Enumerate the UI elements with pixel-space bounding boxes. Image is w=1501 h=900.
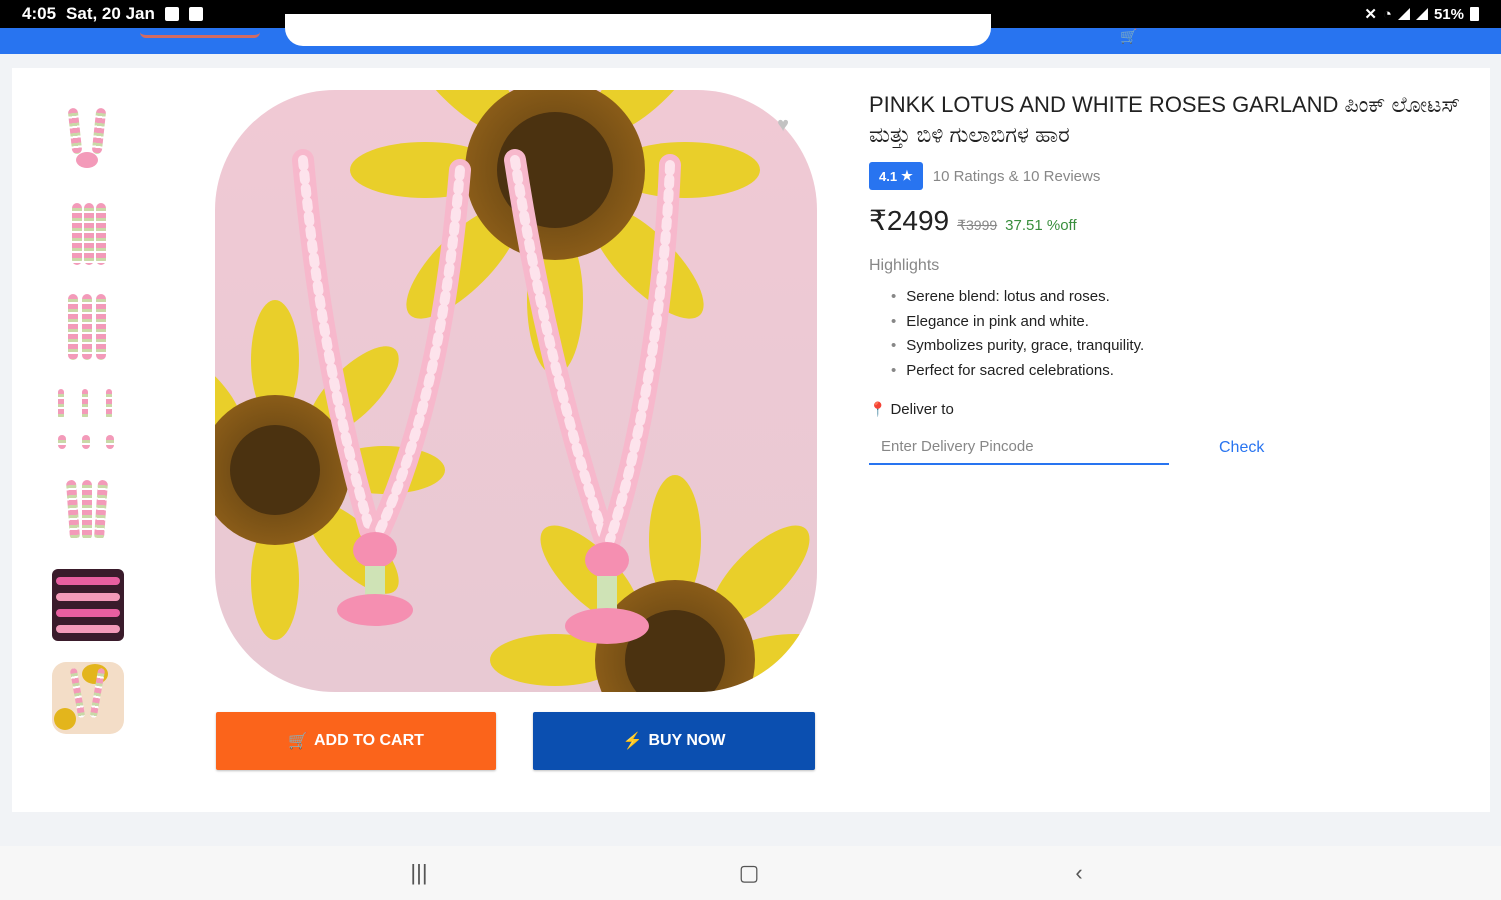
- garland-illustration: [215, 90, 817, 692]
- app-logo[interactable]: [140, 28, 260, 38]
- rating-badge[interactable]: 4.1 ★: [869, 162, 923, 190]
- home-icon[interactable]: ▢: [734, 860, 764, 886]
- thumbnail-1[interactable]: [52, 104, 124, 176]
- recent-apps-icon[interactable]: |||: [404, 860, 434, 886]
- thumbnail-4[interactable]: [52, 383, 124, 455]
- product-card: ♥ 🛒 ADD TO CART ⚡ BUY NOW PINKK LOTUS AN…: [12, 68, 1490, 812]
- star-icon: ★: [901, 168, 913, 183]
- wifi-icon: ◔: [1382, 5, 1392, 23]
- ratings-reviews-count[interactable]: 10 Ratings & 10 Reviews: [933, 168, 1101, 185]
- highlight-item: Symbolizes purity, grace, tranquility.: [891, 334, 1469, 359]
- status-right: ✕ ◔ 51%: [1364, 5, 1479, 23]
- buy-now-label: BUY NOW: [648, 732, 726, 749]
- navigation-bar: ||| ▢ ‹: [0, 846, 1501, 900]
- add-to-cart-button[interactable]: 🛒 ADD TO CART: [216, 712, 496, 770]
- gallery-notification-icon: [164, 7, 179, 21]
- battery-percentage: 51%: [1433, 5, 1464, 23]
- buy-now-button[interactable]: ⚡ BUY NOW: [533, 712, 815, 770]
- status-left: 4:05 Sat, 20 Jan: [22, 4, 203, 24]
- app-notification-icon: [188, 7, 203, 21]
- heart-icon[interactable]: ♥: [772, 114, 794, 136]
- thumbnail-3[interactable]: [52, 290, 124, 362]
- status-date: Sat, 20 Jan: [66, 4, 155, 23]
- cart-icon: 🛒: [288, 733, 308, 750]
- battery-icon: [1470, 7, 1479, 21]
- pincode-row: Check: [869, 430, 1469, 465]
- highlight-item: Elegance in pink and white.: [891, 310, 1469, 335]
- app-bar: 🛒: [0, 14, 1501, 54]
- price: ₹2499: [869, 205, 950, 236]
- highlights-list: Serene blend: lotus and roses. Elegance …: [869, 285, 1469, 383]
- product-main-image[interactable]: [215, 90, 817, 692]
- mute-icon: ✕: [1364, 6, 1377, 23]
- thumbnail-5[interactable]: [52, 476, 124, 548]
- thumbnail-7[interactable]: [52, 662, 124, 734]
- price-row: ₹2499 ₹3999 37.51 %off: [869, 204, 1469, 237]
- product-title: PINKK LOTUS AND WHITE ROSES GARLAND ಪಿಂಕ…: [869, 92, 1461, 147]
- status-time: 4:05: [22, 4, 57, 23]
- thumbnail-list: [52, 104, 132, 755]
- signal-2-icon: [1415, 8, 1428, 20]
- deliver-to: 📍 Deliver to: [869, 401, 1469, 418]
- highlight-item: Perfect for sacred celebrations.: [891, 359, 1469, 384]
- sunflower-bottom: [490, 475, 817, 692]
- rating-value: 4.1: [879, 168, 898, 184]
- thumbnail-2[interactable]: [52, 197, 124, 269]
- pincode-input[interactable]: [869, 430, 1169, 465]
- discount: 37.51 %off: [1005, 217, 1077, 234]
- highlight-item: Serene blend: lotus and roses.: [891, 285, 1469, 310]
- product-details: PINKK LOTUS AND WHITE ROSES GARLAND ಪಿಂಕ…: [869, 90, 1469, 465]
- search-bar[interactable]: [285, 14, 991, 46]
- header-cart-icon[interactable]: 🛒: [1120, 28, 1137, 45]
- location-pin-icon: 📍: [869, 401, 887, 417]
- garland-pendants: [337, 532, 649, 644]
- thumbnail-6[interactable]: [52, 569, 124, 641]
- signal-icon: [1397, 8, 1410, 20]
- rating-row: 4.1 ★ 10 Ratings & 10 Reviews: [869, 162, 1469, 190]
- highlights-label: Highlights: [869, 257, 940, 274]
- back-icon[interactable]: ‹: [1064, 860, 1094, 886]
- deliver-to-label: Deliver to: [890, 401, 954, 418]
- add-to-cart-label: ADD TO CART: [314, 732, 424, 749]
- check-pincode-link[interactable]: Check: [1219, 439, 1264, 457]
- mrp: ₹3999: [957, 217, 998, 233]
- lightning-icon: ⚡: [622, 733, 643, 750]
